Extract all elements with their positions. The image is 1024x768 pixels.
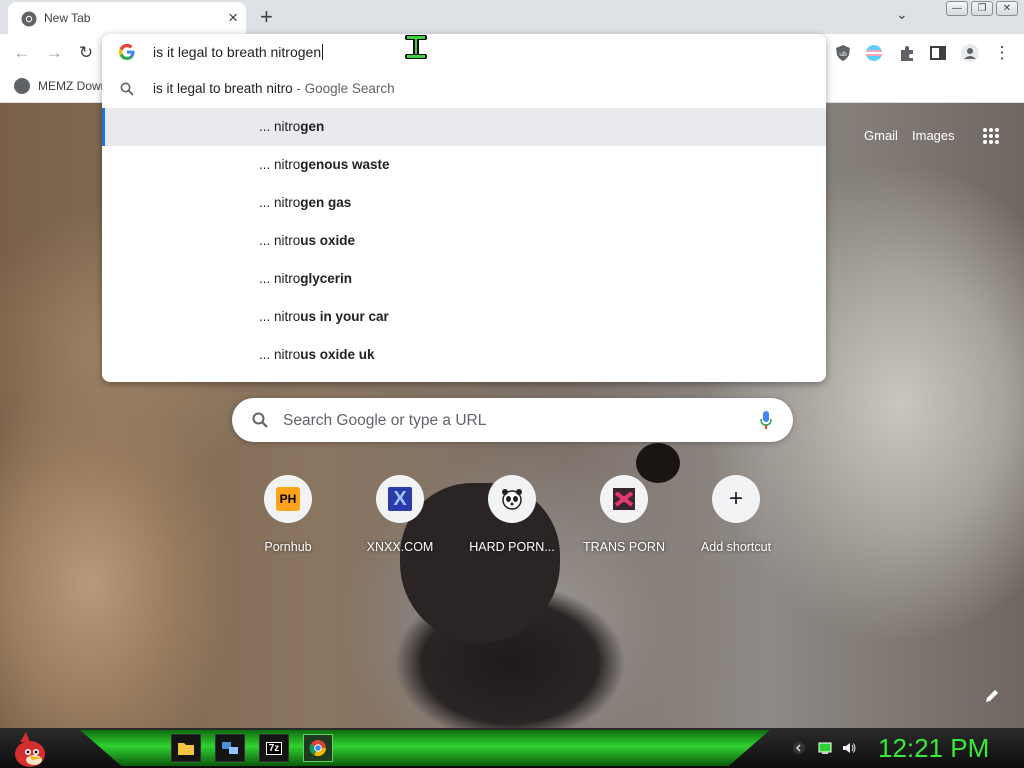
shortcut-xnxx[interactable]: X XNXX.COM [344, 475, 456, 565]
taskbar: 7z [0, 728, 1024, 768]
search-icon [120, 82, 134, 96]
volume-icon[interactable] [842, 741, 856, 755]
trans-site-logo-icon [613, 488, 635, 510]
suggestion-prefix: ... nitro [259, 195, 301, 210]
taskbar-7zip-button[interactable]: 7z [259, 734, 289, 762]
ibeam-cursor-icon [405, 35, 427, 59]
minimize-button[interactable]: — [946, 1, 968, 16]
svg-text:ub: ub [839, 51, 847, 58]
gmail-link[interactable]: Gmail [864, 128, 898, 143]
bookmark-label: MEMZ Down [38, 79, 108, 93]
suggestion-row[interactable]: ... nitrogen gas [102, 184, 826, 222]
search-placeholder: Search Google or type a URL [283, 412, 487, 429]
google-apps-grid-icon[interactable] [982, 127, 1000, 145]
globe-icon [14, 78, 30, 94]
network-computers-icon [222, 742, 238, 754]
shortcut-trans[interactable]: TRANS PORN [568, 475, 680, 565]
add-shortcut-button[interactable]: + Add shortcut [680, 475, 792, 565]
suggestion-completion: us oxide uk [300, 347, 375, 362]
close-window-button[interactable]: ✕ [996, 1, 1018, 16]
bookmark-memz[interactable]: MEMZ Down [14, 78, 107, 94]
chrome-icon [309, 740, 327, 757]
customize-pencil-icon[interactable] [984, 688, 1000, 704]
suggestion-prefix: ... nitro [259, 233, 301, 248]
taskbar-explorer-button[interactable] [171, 734, 201, 762]
reload-icon[interactable]: ↻ [75, 42, 97, 64]
shortcut-label: Add shortcut [700, 540, 772, 554]
suggestion-prefix: ... nitro [259, 271, 301, 286]
extensions-puzzle-icon[interactable] [897, 43, 917, 63]
suggestion-row[interactable]: ... nitrous oxide uk [102, 336, 826, 374]
suggestion-prefix: ... nitro [259, 309, 301, 324]
taskbar-network-button[interactable] [215, 734, 245, 762]
suggestion-prefix: ... nitro [259, 119, 301, 134]
7zip-icon: 7z [265, 741, 283, 755]
tray-chevron-icon[interactable] [792, 741, 806, 755]
taskbar-chrome-button[interactable] [303, 734, 333, 762]
new-tab-button[interactable]: + [260, 4, 273, 30]
chrome-icon [21, 11, 37, 27]
ntp-search-box[interactable]: Search Google or type a URL [232, 398, 793, 442]
microphone-icon[interactable] [759, 410, 773, 430]
shortcut-icon: X [376, 475, 424, 523]
angry-bird-start-icon[interactable] [8, 730, 48, 768]
shortcut-hard[interactable]: HARD PORN... [456, 475, 568, 565]
suggestion-prefix: ... nitro [259, 347, 301, 362]
folder-icon [178, 743, 194, 755]
window-controls: — ❐ ✕ [946, 1, 1018, 16]
side-panel-icon[interactable] [928, 43, 948, 63]
omnibox-dropdown: is it legal to breath nitrogen is it leg… [102, 34, 826, 382]
maximize-button[interactable]: ❐ [971, 1, 993, 16]
panda-logo-icon [502, 489, 522, 510]
tab-close-button[interactable]: × [228, 8, 238, 28]
back-arrow-icon[interactable]: ← [11, 42, 33, 64]
suggestion-completion: us oxide [300, 233, 356, 248]
tab-strip: New Tab × + ⌄ — ❐ ✕ [0, 0, 1024, 34]
shortcut-label: TRANS PORN [583, 540, 665, 554]
taskbar-clock[interactable]: 12:21 PM [878, 733, 989, 764]
shortcut-pornhub[interactable]: PH Pornhub [232, 475, 344, 565]
suggestion-completion: us in your car [300, 309, 389, 324]
xnxx-logo-icon: X [388, 487, 412, 511]
suggestion-row[interactable]: ... nitroglycerin [102, 260, 826, 298]
shortcut-label: Pornhub [264, 540, 312, 554]
ublock-shield-icon[interactable]: ub [833, 43, 853, 63]
shortcut-label: XNXX.COM [366, 540, 434, 554]
suggestion-row[interactable]: ... nitrous in your car [102, 298, 826, 336]
ph-logo-icon: PH [276, 487, 300, 511]
network-tray-icon[interactable] [818, 741, 832, 755]
shortcut-icon [488, 475, 536, 523]
suggestion-row[interactable]: ... nitrous oxide [102, 222, 826, 260]
forward-arrow-icon[interactable]: → [43, 42, 65, 64]
address-bar-text: is it legal to breath nitrogen [153, 44, 324, 60]
suggestion-row-search[interactable]: is it legal to breath nitro - Google Sea… [102, 70, 826, 108]
suggestion-row[interactable]: ... nitrogenous waste [102, 146, 826, 184]
images-link[interactable]: Images [912, 128, 955, 143]
trans-flag-extension-icon[interactable] [864, 43, 884, 63]
menu-kebab-icon[interactable]: ⋮ [991, 42, 1013, 64]
suggestion-completion: gen [300, 119, 325, 134]
profile-avatar-icon[interactable] [960, 43, 980, 63]
shortcut-icon: PH [264, 475, 312, 523]
shortcut-icon [600, 475, 648, 523]
shortcut-label: HARD PORN... [469, 540, 555, 554]
address-bar[interactable]: is it legal to breath nitrogen [102, 34, 826, 70]
suggestion-completion: gen gas [300, 195, 352, 210]
suggestion-completion: glycerin [300, 271, 353, 286]
plus-icon: + [728, 485, 743, 512]
suggestion-row[interactable]: ... nitrogen [102, 108, 826, 146]
tab-title: New Tab [44, 11, 91, 25]
shortcut-icon: + [712, 475, 760, 523]
search-icon [252, 412, 268, 428]
tab-search-chevron-icon[interactable]: ⌄ [896, 6, 908, 23]
suggestion-text: is it legal to breath nitro [153, 81, 293, 96]
suggestion-suffix: - Google Search [292, 81, 395, 96]
suggestion-prefix: ... nitro [259, 157, 301, 172]
google-g-icon [119, 44, 135, 60]
suggestion-completion: genous waste [300, 157, 390, 172]
tab-new-tab[interactable]: New Tab × [8, 2, 246, 34]
